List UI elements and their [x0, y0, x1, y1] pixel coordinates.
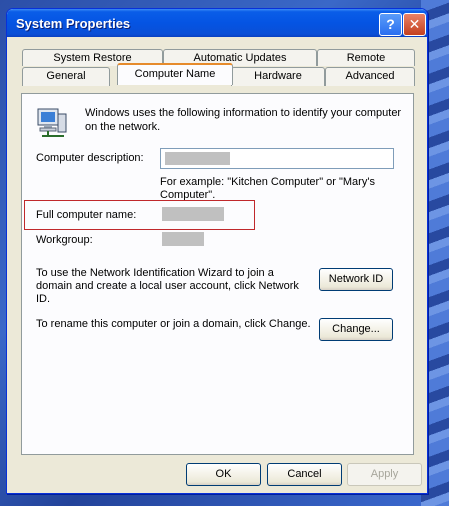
change-description: To rename this computer or join a domain… [36, 318, 311, 330]
full-computer-name-label: Full computer name: [36, 209, 137, 221]
ok-button[interactable]: OK [186, 463, 261, 486]
computer-name-panel: Windows uses the following information t… [21, 93, 414, 455]
system-properties-window: System Properties ? ✕ System Restore Aut… [6, 8, 428, 494]
computer-description-field[interactable] [160, 148, 394, 169]
window-title: System Properties [16, 16, 131, 31]
tab-computer-name[interactable]: Computer Name [117, 63, 233, 85]
full-computer-name-value [162, 207, 224, 221]
network-id-description: To use the Network Identification Wizard… [36, 267, 299, 305]
tab-remote[interactable]: Remote [317, 49, 415, 66]
title-bar[interactable]: System Properties ? ✕ [7, 9, 427, 37]
help-button[interactable]: ? [379, 13, 402, 36]
intro-text: Windows uses the following information t… [85, 107, 402, 133]
tab-hardware[interactable]: Hardware [231, 67, 325, 86]
tab-general[interactable]: General [22, 67, 110, 86]
computer-description-label: Computer description: [36, 152, 144, 164]
cancel-button[interactable]: Cancel [267, 463, 342, 486]
apply-button[interactable]: Apply [347, 463, 422, 486]
workgroup-value [162, 232, 204, 246]
close-button[interactable]: ✕ [403, 13, 426, 36]
computer-network-icon [36, 106, 68, 138]
redacted-description [165, 152, 230, 165]
change-button[interactable]: Change... [319, 318, 393, 341]
example-text: For example: "Kitchen Computer" or "Mary… [160, 176, 375, 201]
network-id-button[interactable]: Network ID [319, 268, 393, 291]
workgroup-label: Workgroup: [36, 234, 93, 246]
tab-advanced[interactable]: Advanced [325, 67, 415, 86]
